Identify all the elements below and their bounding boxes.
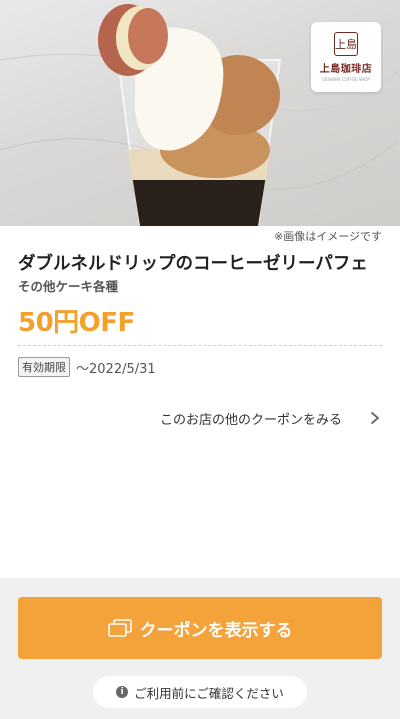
show-coupon-label: クーポンを表示する	[139, 620, 293, 640]
validity-date: 〜2022/5/31	[76, 361, 156, 377]
discount-amount: 50円OFF	[18, 308, 135, 338]
hero-image: 上島 上島珈琲店 UESHIMA COFFEE SHOP	[0, 0, 400, 226]
coupon-title: ダブルネルドリップのコーヒーゼリーパフェ	[18, 254, 368, 274]
shop-logo: 上島 上島珈琲店 UESHIMA COFFEE SHOP	[311, 22, 381, 92]
shop-logo-sub: UESHIMA COFFEE SHOP	[322, 77, 370, 82]
shop-logo-mark: 上島	[334, 32, 358, 56]
other-coupons-label: このお店の他のクーポンをみる	[160, 412, 343, 428]
confirm-notice-button[interactable]: i ご利用前にご確認ください	[93, 676, 307, 708]
shop-logo-name: 上島珈琲店	[319, 64, 373, 75]
chevron-right-icon	[371, 412, 379, 424]
image-note: ※画像はイメージです	[274, 230, 382, 243]
info-icon: i	[116, 686, 129, 698]
validity-row: 有効期限 〜2022/5/31	[18, 357, 156, 377]
ticket-icon	[107, 619, 132, 637]
other-coupons-link[interactable]: このお店の他のクーポンをみる	[160, 408, 382, 428]
coupon-subtitle: その他ケーキ各種	[18, 279, 119, 294]
divider	[18, 345, 382, 346]
confirm-notice-label: ご利用前にご確認ください	[134, 685, 284, 701]
validity-badge: 有効期限	[18, 357, 70, 377]
show-coupon-button[interactable]: クーポンを表示する	[18, 597, 382, 659]
